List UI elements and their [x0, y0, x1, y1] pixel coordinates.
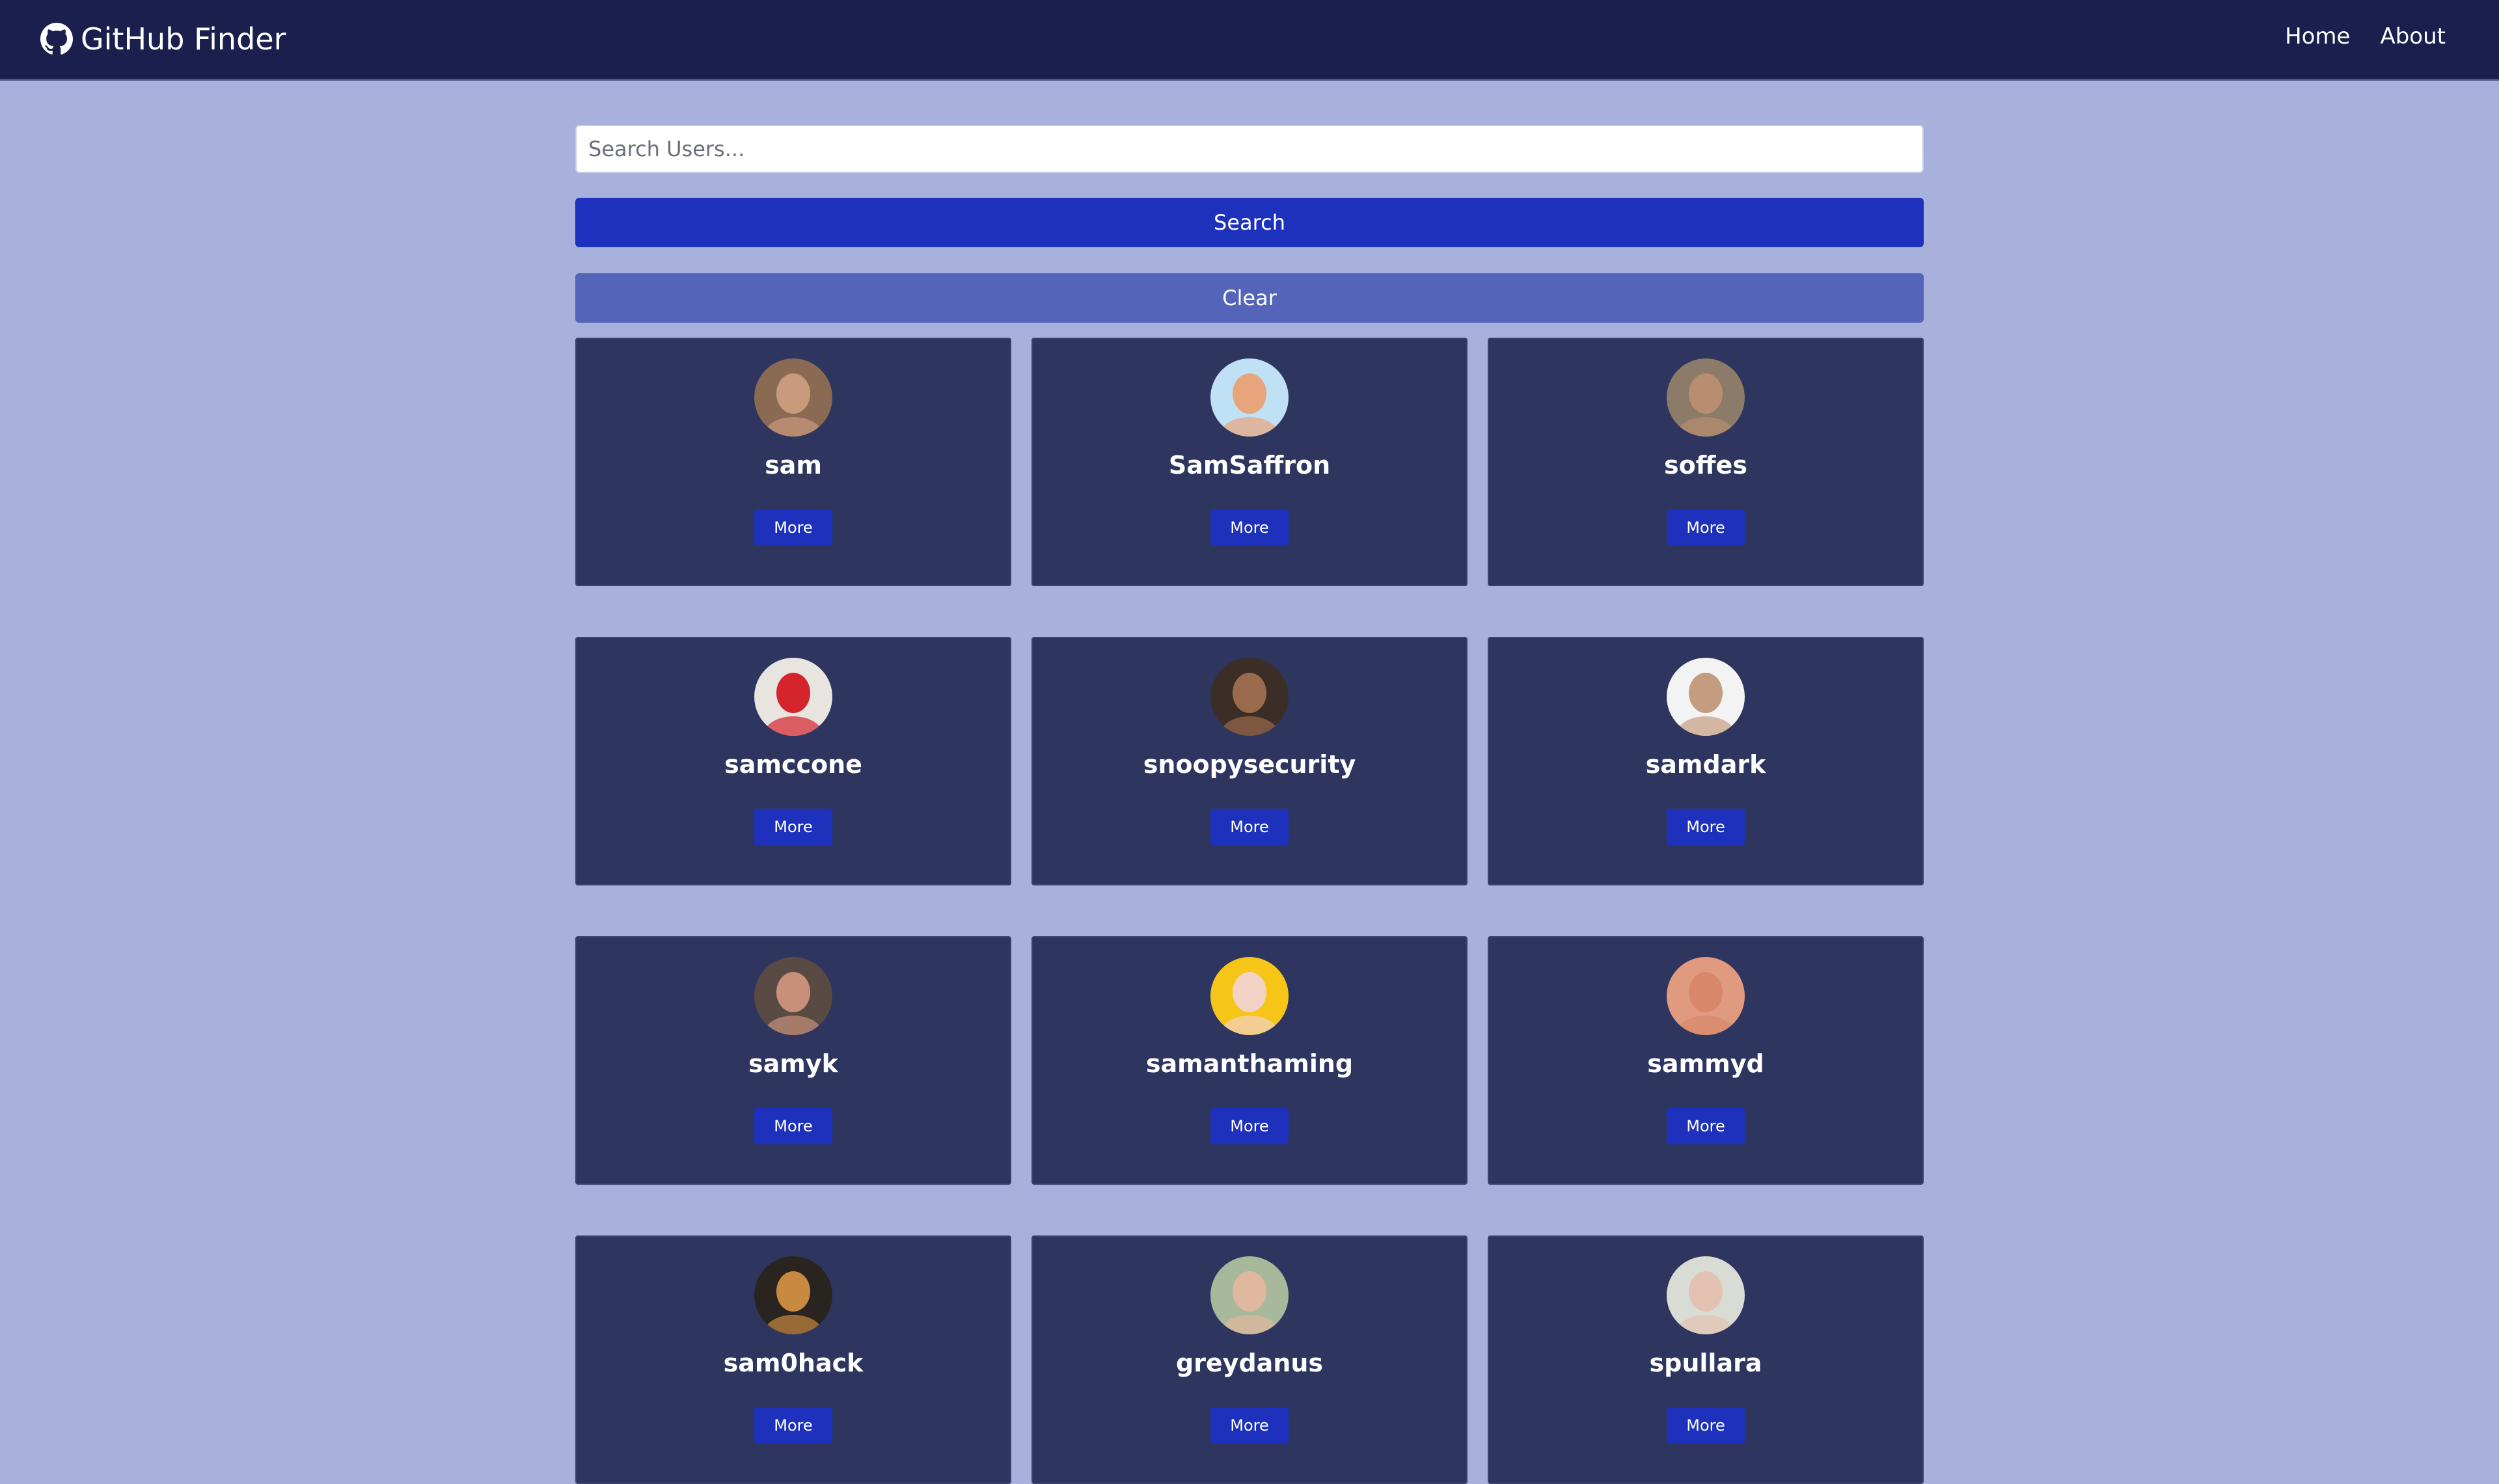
avatar — [1667, 957, 1745, 1035]
username: soffes — [1664, 451, 1747, 479]
username: samanthaming — [1145, 1049, 1354, 1078]
nav-link-about[interactable]: About — [2380, 23, 2446, 49]
more-button[interactable]: More — [754, 1108, 832, 1144]
clear-button[interactable]: Clear — [575, 273, 1924, 323]
avatar — [1667, 658, 1745, 736]
avatar — [1210, 658, 1289, 736]
search-input[interactable] — [575, 125, 1924, 173]
search-form: Search Clear — [575, 125, 1924, 323]
user-card: sammyd More — [1488, 936, 1924, 1185]
more-button[interactable]: More — [1210, 1108, 1289, 1144]
avatar — [754, 1256, 832, 1334]
username: samccone — [724, 750, 862, 779]
navbar: GitHub Finder Home About — [0, 0, 2499, 79]
avatar — [1210, 957, 1289, 1035]
username: samdark — [1645, 750, 1766, 779]
nav-link-home[interactable]: Home — [2285, 23, 2350, 49]
avatar — [1210, 1256, 1289, 1334]
username: snoopysecurity — [1143, 750, 1356, 779]
user-card: spullara More — [1488, 1235, 1924, 1484]
user-card: samyk More — [575, 936, 1011, 1185]
user-card: sam0hack More — [575, 1235, 1011, 1484]
more-button[interactable]: More — [754, 1407, 832, 1444]
more-button[interactable]: More — [1667, 1108, 1745, 1144]
avatar — [754, 658, 832, 736]
user-grid: sam More SamSaffron More soffes More samccone M… — [575, 338, 1924, 1484]
username: sammyd — [1647, 1049, 1764, 1078]
more-button[interactable]: More — [1667, 1407, 1745, 1444]
user-card: samccone More — [575, 637, 1011, 885]
avatar — [754, 957, 832, 1035]
more-button[interactable]: More — [754, 509, 832, 546]
avatar — [1667, 358, 1745, 437]
username: greydanus — [1175, 1349, 1324, 1377]
more-button[interactable]: More — [1667, 509, 1745, 546]
avatar — [754, 358, 832, 437]
nav-links: Home About — [2285, 23, 2446, 49]
user-card: SamSaffron More — [1031, 338, 1468, 586]
user-card: soffes More — [1488, 338, 1924, 586]
more-button[interactable]: More — [1667, 809, 1745, 845]
user-card: greydanus More — [1031, 1235, 1468, 1484]
more-button[interactable]: More — [754, 809, 832, 845]
brand-title: GitHub Finder — [81, 21, 286, 57]
search-button[interactable]: Search — [575, 198, 1924, 247]
more-button[interactable]: More — [1210, 1407, 1289, 1444]
user-card: snoopysecurity More — [1031, 637, 1468, 885]
user-card: samanthaming More — [1031, 936, 1468, 1185]
user-card: samdark More — [1488, 637, 1924, 885]
github-icon — [40, 23, 73, 55]
user-card: sam More — [575, 338, 1011, 586]
avatar — [1210, 358, 1289, 437]
username: SamSaffron — [1168, 451, 1331, 479]
more-button[interactable]: More — [1210, 509, 1289, 546]
avatar — [1667, 1256, 1745, 1334]
username: samyk — [748, 1049, 838, 1078]
username: sam — [765, 451, 822, 479]
brand[interactable]: GitHub Finder — [40, 20, 286, 59]
username: spullara — [1649, 1349, 1762, 1377]
username: sam0hack — [723, 1349, 864, 1377]
more-button[interactable]: More — [1210, 809, 1289, 845]
